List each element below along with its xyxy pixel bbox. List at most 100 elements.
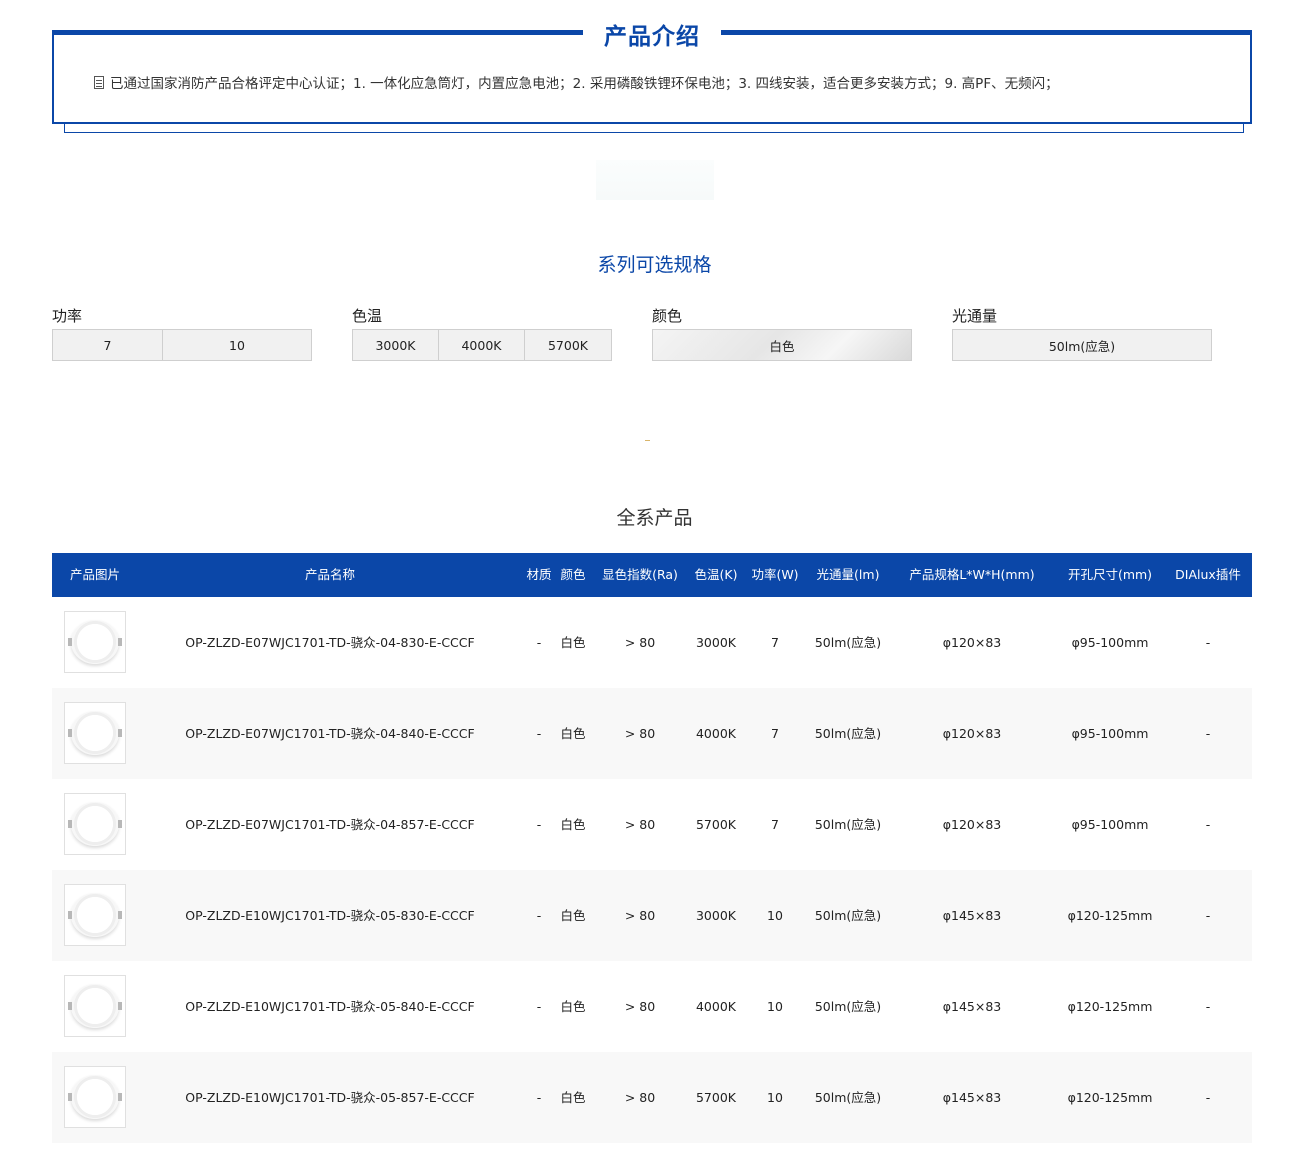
intro-title: 产品介绍: [604, 24, 700, 50]
cell-color: 白色: [560, 1090, 586, 1105]
table-row[interactable]: OP-ZLZD-E10WJC1701-TD-骁众-05-840-E-CCCF - 白…: [52, 961, 1252, 1052]
spec-label: 颜色: [652, 307, 683, 325]
cell-flux: 50lm(应急): [814, 635, 882, 650]
spec-option-color-white[interactable]: 白色: [653, 330, 911, 360]
product-image[interactable]: [64, 884, 126, 946]
product-image[interactable]: [64, 611, 126, 673]
cell-cct: 3000K: [695, 635, 736, 650]
spec-option-power-10[interactable]: 10: [163, 330, 311, 360]
cell-cutout: φ95-100mm: [1071, 817, 1149, 832]
spec-option-power-7[interactable]: 7: [53, 330, 163, 360]
table-row[interactable]: OP-ZLZD-E07WJC1701-TD-骁众-04-857-E-CCCF - 白…: [52, 779, 1252, 870]
cell-dialux: -: [1205, 908, 1211, 923]
cell-name[interactable]: OP-ZLZD-E07WJC1701-TD-骁众-04-840-E-CCCF: [152, 688, 508, 779]
downlight-icon: [68, 711, 122, 755]
intro-description: 已通过国家消防产品合格评定中心认证；1. 一体化应急筒灯，内置应急电池；2. 采…: [110, 76, 1059, 92]
cell-material: -: [536, 726, 542, 741]
spec-options: 白色: [652, 329, 912, 361]
column-header: 功率(W): [751, 567, 799, 582]
spec-options: 50lm(应急): [952, 329, 1212, 361]
table-row[interactable]: OP-ZLZD-E10WJC1701-TD-骁众-05-830-E-CCCF - 白…: [52, 870, 1252, 961]
cell-flux: 50lm(应急): [814, 726, 882, 741]
cell-cct: 4000K: [695, 999, 736, 1014]
product-image[interactable]: [64, 702, 126, 764]
cell-ra: > 80: [624, 999, 656, 1014]
placeholder-box: [596, 160, 714, 200]
cell-name[interactable]: OP-ZLZD-E10WJC1701-TD-骁众-05-857-E-CCCF: [152, 1052, 508, 1143]
spec-group-cct: 色温 3000K 4000K 5700K: [352, 305, 612, 361]
cell-size: φ120×83: [942, 726, 1002, 741]
cell-material: -: [536, 817, 542, 832]
cell-color: 白色: [560, 635, 586, 650]
products-table: 产品图片 产品名称 材质 颜色 显色指数(Ra) 色温(K) 功率(W) 光通量…: [52, 553, 1252, 1143]
cell-material: -: [536, 999, 542, 1014]
spec-label: 色温: [352, 307, 383, 325]
product-image[interactable]: [64, 1066, 126, 1128]
cell-material: -: [536, 635, 542, 650]
intro-underline: [64, 124, 1244, 133]
cell-cct: 3000K: [695, 908, 736, 923]
column-header: 显色指数(Ra): [602, 567, 678, 582]
column-header: 产品名称: [304, 567, 355, 582]
downlight-icon: [68, 1075, 122, 1119]
cell-dialux: -: [1205, 1090, 1211, 1105]
spec-label: 功率: [52, 307, 83, 325]
spec-option-cct-3000k[interactable]: 3000K: [353, 330, 439, 360]
product-image[interactable]: [64, 975, 126, 1037]
column-header: DIAlux插件: [1175, 567, 1241, 582]
cell-power: 10: [767, 1090, 783, 1105]
cell-size: φ145×83: [942, 999, 1002, 1014]
downlight-icon: [68, 620, 122, 664]
cell-dialux: -: [1205, 817, 1211, 832]
cell-cutout: φ95-100mm: [1071, 635, 1149, 650]
cell-material: -: [536, 908, 542, 923]
table-row[interactable]: OP-ZLZD-E07WJC1701-TD-骁众-04-830-E-CCCF - 白…: [52, 597, 1252, 688]
spec-group-flux: 光通量 50lm(应急): [952, 305, 1212, 361]
cell-name[interactable]: OP-ZLZD-E07WJC1701-TD-骁众-04-857-E-CCCF: [152, 779, 508, 870]
intro-title-wrap: 产品介绍: [583, 14, 721, 54]
products-title: 全系产品: [616, 507, 693, 529]
cell-color: 白色: [560, 817, 586, 832]
downlight-icon: [68, 984, 122, 1028]
cell-name[interactable]: OP-ZLZD-E10WJC1701-TD-骁众-05-830-E-CCCF: [152, 870, 508, 961]
spec-group-color: 颜色 白色: [652, 305, 912, 361]
spec-option-cct-5700k[interactable]: 5700K: [525, 330, 611, 360]
cell-cutout: φ120-125mm: [1067, 908, 1153, 923]
cell-cct: 4000K: [695, 726, 736, 741]
cell-size: φ145×83: [942, 1090, 1002, 1105]
spec-options: 3000K 4000K 5700K: [352, 329, 612, 361]
cell-cutout: φ120-125mm: [1067, 999, 1153, 1014]
cell-size: φ120×83: [942, 635, 1002, 650]
cell-dialux: -: [1205, 726, 1211, 741]
cell-ra: > 80: [624, 1090, 656, 1105]
cell-ra: > 80: [624, 817, 656, 832]
table-body: OP-ZLZD-E07WJC1701-TD-骁众-04-830-E-CCCF - 白…: [52, 597, 1252, 1143]
spec-option-flux-50lm[interactable]: 50lm(应急): [953, 330, 1211, 360]
column-header: 颜色: [560, 567, 586, 582]
table-row[interactable]: OP-ZLZD-E10WJC1701-TD-骁众-05-857-E-CCCF - 白…: [52, 1052, 1252, 1143]
cell-flux: 50lm(应急): [814, 908, 882, 923]
table-header: 产品图片 产品名称 材质 颜色 显色指数(Ra) 色温(K) 功率(W) 光通量…: [52, 553, 1252, 597]
cell-name[interactable]: OP-ZLZD-E07WJC1701-TD-骁众-04-830-E-CCCF: [152, 597, 508, 688]
spec-group-power: 功率 7 10: [52, 305, 312, 361]
cell-power: 10: [767, 999, 783, 1014]
cell-color: 白色: [560, 999, 586, 1014]
column-header: 光通量(lm): [816, 567, 880, 582]
cell-size: φ120×83: [942, 817, 1002, 832]
product-image[interactable]: [64, 793, 126, 855]
cell-color: 白色: [560, 908, 586, 923]
decorative-dot: [645, 440, 650, 441]
downlight-icon: [68, 802, 122, 846]
cell-dialux: -: [1205, 635, 1211, 650]
column-header: 开孔尺寸(mm): [1067, 567, 1153, 582]
column-header: 色温(K): [694, 567, 738, 582]
cell-name[interactable]: OP-ZLZD-E10WJC1701-TD-骁众-05-840-E-CCCF: [152, 961, 508, 1052]
table-row[interactable]: OP-ZLZD-E07WJC1701-TD-骁众-04-840-E-CCCF - 白…: [52, 688, 1252, 779]
cell-ra: > 80: [624, 635, 656, 650]
cell-ra: > 80: [624, 726, 656, 741]
cell-ra: > 80: [624, 908, 656, 923]
cell-power: 7: [771, 817, 779, 832]
cell-cct: 5700K: [695, 1090, 736, 1105]
spec-option-cct-4000k[interactable]: 4000K: [439, 330, 525, 360]
cell-cutout: φ120-125mm: [1067, 1090, 1153, 1105]
